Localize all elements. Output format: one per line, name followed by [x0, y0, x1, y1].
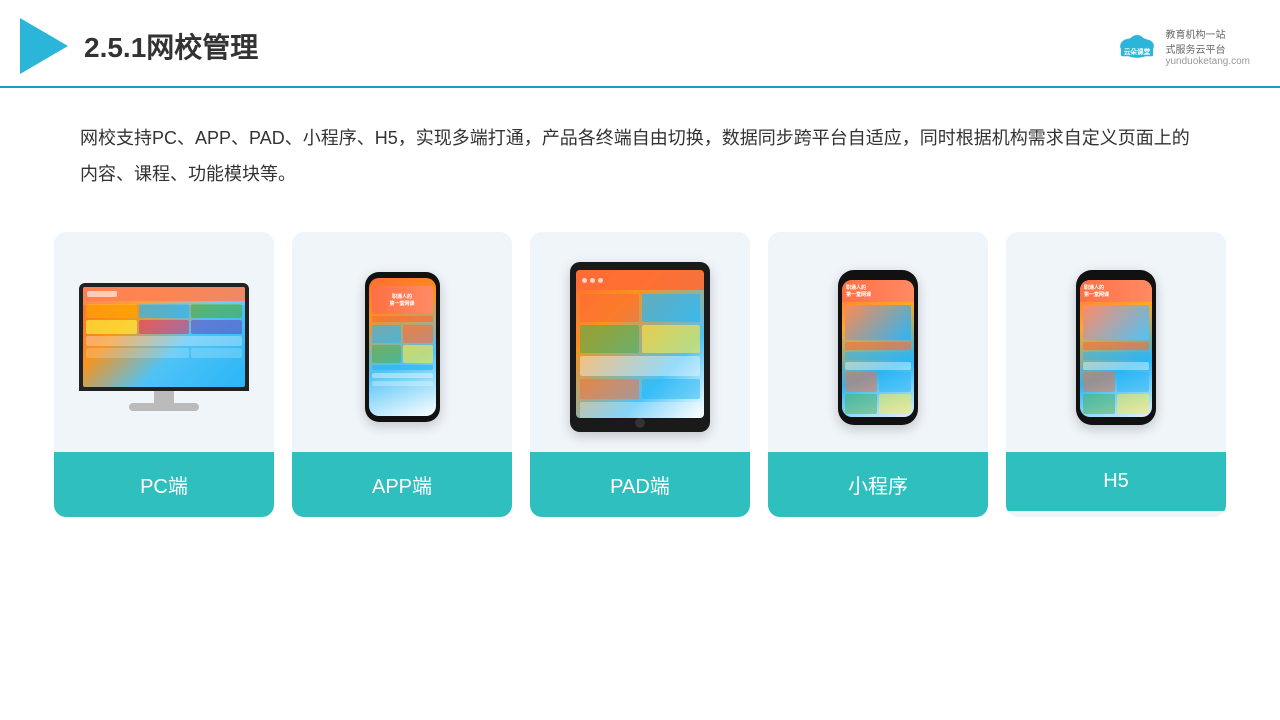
h5-label: H5 — [1006, 452, 1226, 511]
pad-tablet-icon — [570, 262, 710, 432]
card-pc: PC端 — [54, 232, 274, 517]
app-label: APP端 — [292, 452, 512, 517]
pc-label: PC端 — [54, 452, 274, 517]
brand-slogan2: 式服务云平台 — [1165, 41, 1250, 56]
pc-image-area — [54, 232, 274, 452]
header-left: 2.5.1网校管理 — [20, 18, 258, 74]
pc-monitor-icon — [79, 283, 249, 411]
brand-logo: 云朵课堂 教育机构一站 式服务云平台 yunduoketang.com — [1115, 26, 1250, 67]
brand-text: 教育机构一站 式服务云平台 yunduoketang.com — [1165, 26, 1250, 67]
svg-text:云朵课堂: 云朵课堂 — [1124, 47, 1151, 56]
card-app: 职通人的第一堂网课 — [292, 232, 512, 517]
miniapp-image-area: 职通人的第一堂网课 — [768, 232, 988, 452]
pad-label: PAD端 — [530, 452, 750, 517]
cards-area: PC端 职通人的第一堂网课 — [0, 212, 1280, 517]
h5-phone-icon: 职通人的第一堂网课 — [1076, 270, 1156, 425]
brand-url: yunduoketang.com — [1165, 56, 1250, 67]
description-text: 网校支持PC、APP、PAD、小程序、H5，实现多端打通，产品各终端自由切换，数… — [0, 88, 1280, 212]
header: 2.5.1网校管理 云朵课堂 教育机构一站 式服务云平台 yunduoketan… — [0, 0, 1280, 88]
cloud-icon: 云朵课堂 — [1115, 30, 1159, 62]
h5-image-area: 职通人的第一堂网课 — [1006, 232, 1226, 452]
brand-slogan: 教育机构一站 — [1165, 26, 1250, 41]
card-miniapp: 职通人的第一堂网课 — [768, 232, 988, 517]
app-image-area: 职通人的第一堂网课 — [292, 232, 512, 452]
logo-triangle-icon — [20, 18, 68, 74]
header-right: 云朵课堂 教育机构一站 式服务云平台 yunduoketang.com — [1115, 26, 1250, 67]
card-h5: 职通人的第一堂网课 — [1006, 232, 1226, 517]
card-pad: PAD端 — [530, 232, 750, 517]
pad-image-area — [530, 232, 750, 452]
app-phone-icon: 职通人的第一堂网课 — [365, 272, 440, 422]
page-title: 2.5.1网校管理 — [84, 26, 258, 66]
miniapp-label: 小程序 — [768, 452, 988, 517]
miniapp-phone-icon: 职通人的第一堂网课 — [838, 270, 918, 425]
